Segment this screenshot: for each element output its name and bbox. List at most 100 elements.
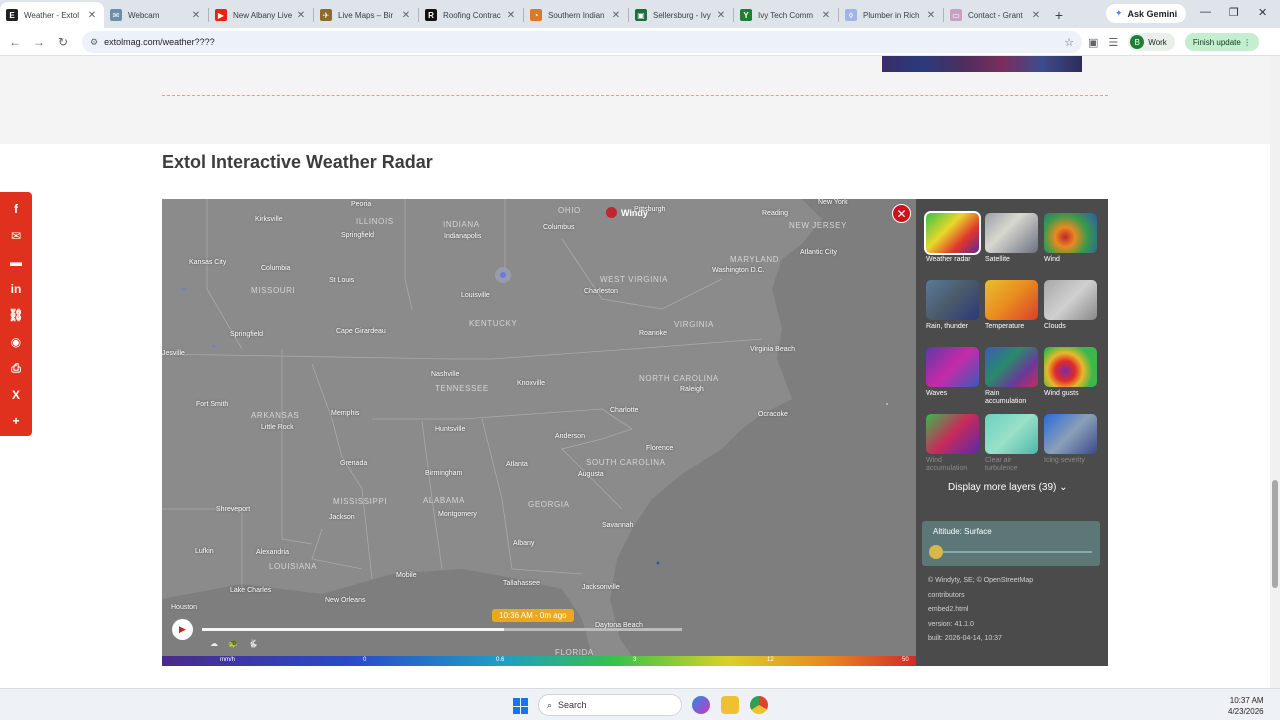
layer-option[interactable]: Wind gusts xyxy=(1044,347,1097,398)
bookmark-star-icon[interactable]: ☆ xyxy=(1064,36,1074,49)
layer-thumbnail xyxy=(985,280,1038,320)
play-button[interactable]: ▶ xyxy=(172,619,193,640)
map-city-label: Indianapolis xyxy=(444,233,482,240)
browser-tab[interactable]: ✉ Webcam ✕ xyxy=(104,2,208,28)
taskbar-search[interactable]: ⌕ Search xyxy=(538,694,682,716)
layer-label: Clear air turbulence xyxy=(985,457,1018,473)
layer-option[interactable]: Waves xyxy=(926,347,979,398)
browser-tab[interactable]: R Roofing Contrac ✕ xyxy=(419,2,523,28)
map-city-label: Grenada xyxy=(340,460,368,467)
map-city-label: Springfield xyxy=(341,232,375,239)
fast-speed-icon[interactable]: 🐇 xyxy=(248,639,258,648)
tab-close-icon[interactable]: ✕ xyxy=(820,10,832,21)
finish-update-button[interactable]: Finish update ⋮ xyxy=(1184,33,1260,51)
maximize-icon[interactable]: ❐ xyxy=(1229,6,1239,19)
layer-thumbnail xyxy=(1044,347,1097,387)
tab-close-icon[interactable]: ✕ xyxy=(1030,10,1042,21)
map-city-label: Florence xyxy=(646,445,674,452)
map-city-label: Alexandria xyxy=(256,549,290,556)
altitude-knob[interactable] xyxy=(929,545,943,559)
layer-option[interactable]: Clouds xyxy=(1044,280,1097,331)
layer-option[interactable]: Rain accumulation xyxy=(985,347,1038,407)
address-bar[interactable]: ⚙ extolmag.com/weather???? ☆ xyxy=(82,31,1082,53)
altitude-slider[interactable]: Altitude: Surface xyxy=(922,521,1100,566)
browser-tab[interactable]: ◊ Plumber in Rich ✕ xyxy=(839,2,943,28)
close-embed-button[interactable]: ✕ xyxy=(892,204,911,223)
scale-tick: 0 xyxy=(363,657,367,663)
email-icon[interactable]: ✉ xyxy=(0,223,32,250)
facebook-icon[interactable]: f xyxy=(0,196,32,223)
new-tab-button[interactable]: + xyxy=(1048,2,1070,28)
scrollbar-thumb[interactable] xyxy=(1272,480,1278,588)
map-city-label: Charleston xyxy=(584,288,618,295)
copilot-icon[interactable] xyxy=(692,696,710,714)
print-icon[interactable]: ⎙ xyxy=(0,355,32,382)
browser-tab[interactable]: ◔ Southern Indian ✕ xyxy=(524,2,628,28)
divider xyxy=(162,95,1108,96)
tab-close-icon[interactable]: ✕ xyxy=(295,10,307,21)
sms-icon[interactable]: ▬ xyxy=(0,249,32,276)
sidepanel-icon[interactable]: ▣ xyxy=(1088,36,1098,49)
browser-tab[interactable]: ▶ New Albany Live ✕ xyxy=(209,2,313,28)
vertical-scrollbar[interactable] xyxy=(1270,56,1280,688)
layer-label: Wind gusts xyxy=(1044,390,1079,397)
map-city-label: Nashville xyxy=(431,371,460,378)
profile-button[interactable]: B Work xyxy=(1128,33,1175,51)
tab-close-icon[interactable]: ✕ xyxy=(505,10,517,21)
linkedin-icon[interactable]: in xyxy=(0,276,32,303)
tab-favicon-icon: ◊ xyxy=(845,9,857,21)
map-city-label: Columbus xyxy=(543,224,575,231)
tab-close-icon[interactable]: ✕ xyxy=(190,10,202,21)
layer-option[interactable]: Clear air turbulence xyxy=(985,414,1038,474)
reload-icon[interactable]: ↻ xyxy=(51,35,75,49)
weather-map[interactable]: Windy ▶ 10:36 AM - 0m ago ☁ 🐢 🐇 ILLINOIS… xyxy=(162,199,916,656)
layer-thumbnail xyxy=(985,347,1038,387)
site-info-icon[interactable]: ⚙ xyxy=(90,37,98,48)
chrome-icon[interactable] xyxy=(750,696,768,714)
layer-label: Wind accumulation xyxy=(926,457,968,473)
display-more-layers-button[interactable]: Display more layers (39) ⌄ xyxy=(948,482,1068,493)
minimize-icon[interactable]: — xyxy=(1200,6,1211,18)
system-clock[interactable]: 10:37 AM 4/23/2026 xyxy=(1228,695,1264,717)
map-city-label: Little Rock xyxy=(261,424,294,431)
tab-close-icon[interactable]: ✕ xyxy=(715,10,727,21)
layer-thumbnail xyxy=(924,211,981,255)
forward-icon[interactable]: → xyxy=(27,35,51,49)
medium-speed-icon[interactable]: 🐢 xyxy=(228,639,238,648)
browser-tab[interactable]: Y Ivy Tech Comm ✕ xyxy=(734,2,838,28)
layer-option[interactable]: Wind accumulation xyxy=(926,414,979,474)
back-icon[interactable]: ← xyxy=(3,35,27,49)
tab-close-icon[interactable]: ✕ xyxy=(86,10,98,21)
close-window-icon[interactable]: ✕ xyxy=(1258,6,1267,19)
windows-taskbar: ⌕ Search 10:37 AM 4/23/2026 xyxy=(0,688,1280,720)
browser-tab[interactable]: ▣ Sellersburg - Ivy ✕ xyxy=(629,2,733,28)
layer-option[interactable]: Temperature xyxy=(985,280,1038,331)
file-explorer-icon[interactable] xyxy=(721,696,739,714)
map-state-label: ALABAMA xyxy=(423,496,465,505)
layer-option[interactable]: Weather radar xyxy=(924,211,981,264)
layer-option[interactable]: Satellite xyxy=(985,213,1038,264)
ask-gemini-button[interactable]: ✦ Ask Gemini xyxy=(1106,4,1187,23)
tab-close-icon[interactable]: ✕ xyxy=(610,10,622,21)
reading-list-icon[interactable]: ☰ xyxy=(1108,36,1118,49)
browser-tab[interactable]: E Weather - Extol ✕ xyxy=(0,2,104,28)
slow-speed-icon[interactable]: ☁ xyxy=(210,639,218,648)
tab-close-icon[interactable]: ✕ xyxy=(925,10,937,21)
x-icon[interactable]: X xyxy=(0,382,32,409)
layer-option[interactable]: Rain, thunder xyxy=(926,280,979,331)
messenger-icon[interactable]: ◉ xyxy=(0,329,32,356)
layer-label: Icing severity xyxy=(1044,457,1085,464)
map-city-label: New York xyxy=(818,199,848,206)
map-city-label: Daytona Beach xyxy=(595,622,643,629)
tab-strip: E Weather - Extol ✕ ✉ Webcam ✕ ▶ New Albany Liv… xyxy=(0,0,1280,28)
windows-start-icon[interactable] xyxy=(513,698,529,714)
map-city-label: Lufkin xyxy=(195,548,214,555)
tab-close-icon[interactable]: ✕ xyxy=(400,10,412,21)
browser-tab[interactable]: ✈ Live Maps – Bir ✕ xyxy=(314,2,418,28)
layer-option[interactable]: Wind xyxy=(1044,213,1097,264)
share-plus-icon[interactable]: + xyxy=(0,408,32,435)
tab-favicon-icon: ▣ xyxy=(635,9,647,21)
layer-option[interactable]: Icing severity xyxy=(1044,414,1097,465)
browser-tab[interactable]: ▭ Contact - Grant ✕ xyxy=(944,2,1048,28)
copy-link-icon[interactable]: ⛓ xyxy=(0,302,32,329)
